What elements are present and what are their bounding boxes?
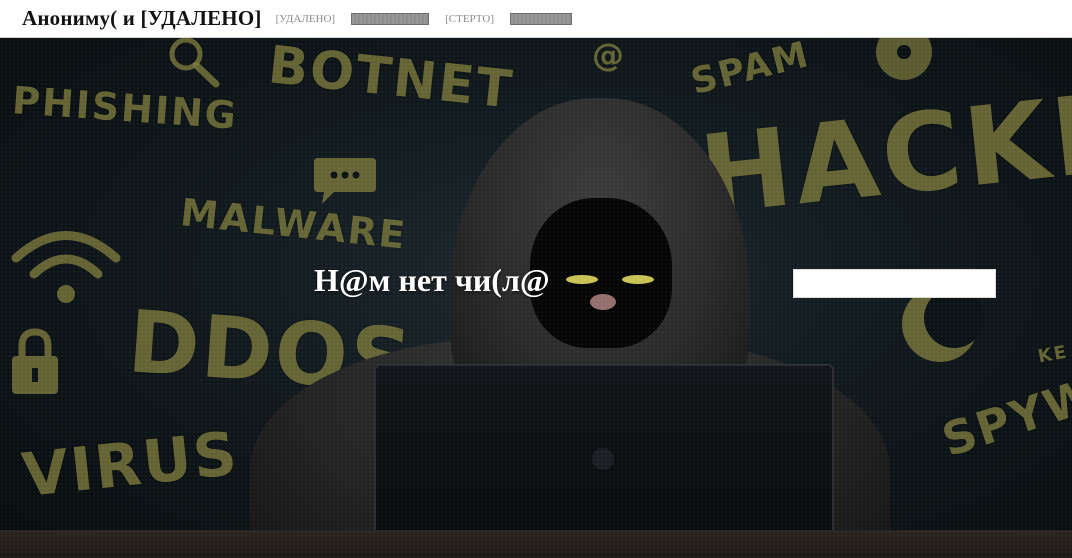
nav-link-redacted-1[interactable] [351,12,430,25]
wifi-icon [11,231,121,303]
at-sign-icon: @ [592,38,624,72]
disc-icon [876,38,932,80]
magnifier-icon [169,38,220,88]
search-input[interactable] [793,269,996,298]
hero-title: Н@м нет чи(л@ [314,262,550,298]
laptop-logo [592,448,614,470]
nav-link-deleted[interactable]: [УДАЛЕНО] [276,13,336,25]
bg-word-hacker: HACKE [694,69,1072,240]
site-title[interactable]: Анониму( и [УДАЛЕНО] [22,6,262,31]
nav-links: [УДАЛЕНО] [СТЕРТО] [276,12,572,25]
bg-word-botnet: BOTNET [265,38,517,121]
nav-link-redacted-2[interactable] [509,12,572,25]
hacker-face [530,198,672,348]
bg-word-virus: VIRUS [18,418,242,512]
hacker-nose [590,294,616,310]
bg-word-spam: SPAM [686,38,814,103]
top-navbar: Анониму( и [УДАЛЕНО] [УДАЛЕНО] [СТЕРТО] [0,0,1072,38]
svg-text:@: @ [592,38,624,72]
nav-link-erased[interactable]: [СТЕРТО] [445,13,494,25]
bg-word-spyware: SPYW [935,366,1072,468]
hero-banner: PHISHING BOTNET SPAM HACKE MALWARE DDOS … [0,38,1072,558]
desk [0,530,1072,558]
hacker-eye-right [622,275,654,284]
chat-bubble-icon [314,158,376,204]
bg-word-keylogger: KE [1036,341,1070,368]
hacker-eye-left [566,275,598,284]
padlock-icon [12,328,58,394]
